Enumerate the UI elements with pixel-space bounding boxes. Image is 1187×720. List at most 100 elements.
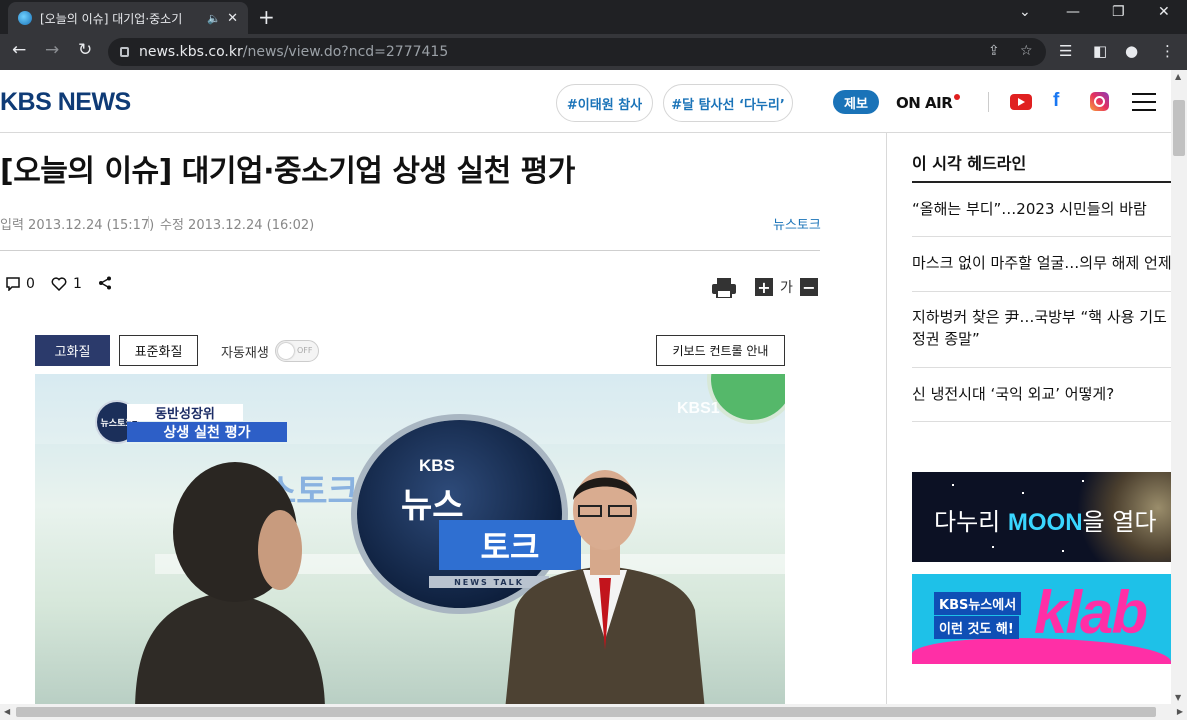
browser-tab[interactable]: [오늘의 이슈] 대기업·중소기 🔈 ✕ — [8, 2, 248, 34]
input-date: 입력 2013.12.24 (15:17) — [0, 218, 155, 233]
web-page: KBS NEWS #이태원 참사 #달 탐사선 ‘다누리’ 제보 ON AIR … — [0, 70, 1171, 704]
on-air-link[interactable]: ON AIR — [896, 94, 953, 112]
tab-strip: [오늘의 이슈] 대기업·중소기 🔈 ✕ + ⌄ — ❐ ✕ — [0, 0, 1187, 34]
edit-date: 수정 2013.12.24 (16:02) — [160, 218, 315, 233]
tab-close-icon[interactable]: ✕ — [227, 11, 238, 26]
headline-item[interactable]: “올해는 부디”…2023 시민들의 바람 — [912, 198, 1171, 220]
column-divider — [886, 132, 887, 704]
article-divider — [0, 250, 820, 251]
star-decoration — [1082, 480, 1084, 482]
share-icon — [99, 276, 111, 290]
autoplay-toggle[interactable]: OFF — [275, 340, 319, 362]
youtube-icon[interactable] — [1010, 94, 1032, 110]
browser-menu-icon[interactable]: ⋮ — [1160, 42, 1175, 60]
star-decoration — [1022, 492, 1024, 494]
report-button[interactable]: 제보 — [833, 90, 879, 114]
tab-search-icon[interactable]: ⌄ — [1019, 4, 1031, 20]
side-panel-icon[interactable]: ◧ — [1093, 42, 1107, 60]
comment-count: 0 — [26, 276, 35, 292]
horizontal-scroll-thumb[interactable] — [16, 707, 1156, 717]
reload-icon[interactable]: ↻ — [78, 40, 92, 60]
program-link[interactable]: 뉴스토크 — [773, 214, 821, 233]
headline-item[interactable]: 신 냉전시대 ‘국익 외교’ 어떻게? — [912, 383, 1171, 405]
channel-watermark: KBS1 — [677, 400, 720, 417]
high-quality-button[interactable]: 고화질 — [35, 335, 110, 366]
browser-toolbar: ← → ↻ news.kbs.co.kr/news/view.do?ncd=27… — [0, 34, 1187, 70]
back-icon[interactable]: ← — [12, 40, 26, 60]
headline-section-title: 이 시각 헤드라인 — [912, 154, 1027, 173]
toggle-state: OFF — [297, 346, 313, 355]
kbs-favicon-icon — [18, 11, 32, 25]
url-path: /news/view.do?ncd=2777415 — [242, 44, 449, 60]
new-tab-button[interactable]: + — [258, 5, 275, 29]
horizontal-scrollbar[interactable]: ◀ ▶ — [0, 704, 1187, 720]
header-divider-line — [0, 132, 1171, 133]
font-increase-button[interactable]: + — [755, 278, 773, 297]
minimize-icon[interactable]: — — [1066, 4, 1080, 20]
standard-quality-button[interactable]: 표준화질 — [119, 335, 198, 366]
address-bar[interactable]: news.kbs.co.kr/news/view.do?ncd=2777415 … — [108, 38, 1046, 66]
autoplay-label: 자동재생 — [221, 346, 269, 361]
like-button[interactable]: 1 — [51, 276, 82, 292]
star-decoration — [952, 484, 954, 486]
danuri-banner[interactable]: 다누리 MOON을 열다 — [912, 472, 1171, 562]
facebook-icon[interactable]: f — [1053, 90, 1059, 112]
banner-text-moon: MOON — [1007, 509, 1083, 536]
toggle-knob — [278, 343, 294, 359]
comment-icon — [6, 277, 20, 291]
headline-item[interactable]: 지하벙커 찾은 尹…국방부 “핵 사용 기도 — [912, 306, 1171, 328]
header-divider — [988, 92, 989, 112]
font-size-label: 가 — [780, 280, 793, 296]
scroll-left-icon[interactable]: ◀ — [4, 707, 10, 716]
video-player[interactable]: KBS1 스토크 KBS 뉴스 토크 NEWS TALK 뉴스토크 동반성장위 … — [35, 374, 785, 704]
banner-text-pre: 다누리 — [934, 508, 1008, 536]
keyboard-guide-button[interactable]: 키보드 컨트롤 안내 — [656, 335, 785, 366]
headline-title-line — [912, 181, 1171, 183]
vertical-scroll-thumb[interactable] — [1173, 100, 1185, 156]
window-close-icon[interactable]: ✕ — [1158, 4, 1170, 20]
headline-item[interactable]: 마스크 없이 마주할 얼굴…의무 해제 언제 — [912, 252, 1171, 274]
headline-divider — [912, 236, 1171, 237]
bookmark-star-icon[interactable]: ☆ — [1020, 43, 1033, 59]
video-caption-top: 동반성장위 — [127, 404, 243, 422]
scroll-right-icon[interactable]: ▶ — [1177, 707, 1183, 716]
star-decoration — [1062, 550, 1064, 552]
share-button[interactable] — [98, 276, 118, 290]
live-dot-icon — [954, 94, 960, 100]
meta-divider — [148, 216, 149, 228]
banner-text-post: 을 열다 — [1082, 508, 1157, 536]
star-decoration — [992, 546, 994, 548]
article-title: [오늘의 이슈] 대기업·중소기업 상생 실천 평가 — [0, 154, 575, 189]
headline-item-continued[interactable]: 정권 종말” — [912, 328, 1171, 350]
scroll-down-icon[interactable]: ▼ — [1175, 693, 1181, 702]
media-queue-icon[interactable]: ☰ — [1059, 42, 1072, 60]
url-host: news.kbs.co.kr — [139, 44, 243, 60]
heart-icon — [51, 277, 67, 291]
guest-figure — [135, 462, 325, 704]
print-icon[interactable] — [712, 278, 736, 298]
klab-banner[interactable]: klab KBS뉴스에서 이런 것도 해! — [912, 574, 1171, 664]
like-count: 1 — [73, 276, 82, 292]
klab-logo: klab — [1034, 579, 1148, 646]
font-decrease-button[interactable]: − — [800, 278, 818, 297]
hashtag-danuri[interactable]: #달 탐사선 ‘다누리’ — [663, 84, 793, 122]
klab-banner-line2: 이런 것도 해! — [934, 616, 1019, 639]
video-caption-main: 상생 실천 평가 — [127, 422, 287, 442]
headline-divider — [912, 421, 1171, 422]
headline-divider — [912, 367, 1171, 368]
comment-button[interactable]: 0 — [6, 276, 35, 292]
hamburger-menu-icon[interactable] — [1132, 93, 1156, 111]
audio-playing-icon[interactable]: 🔈 — [207, 12, 221, 25]
share-icon[interactable]: ⇪ — [988, 43, 1000, 59]
instagram-icon[interactable] — [1090, 92, 1109, 111]
forward-icon[interactable]: → — [45, 40, 59, 60]
lock-icon — [120, 47, 129, 57]
vertical-scrollbar[interactable]: ▲ ▼ — [1171, 70, 1187, 704]
klab-banner-line1: KBS뉴스에서 — [934, 592, 1022, 615]
anchor-figure — [505, 470, 705, 704]
scroll-up-icon[interactable]: ▲ — [1175, 72, 1181, 81]
hashtag-itaewon[interactable]: #이태원 참사 — [556, 84, 653, 122]
kbs-news-logo[interactable]: KBS NEWS — [0, 88, 131, 117]
restore-icon[interactable]: ❐ — [1112, 4, 1125, 20]
profile-icon[interactable]: ● — [1125, 42, 1138, 60]
